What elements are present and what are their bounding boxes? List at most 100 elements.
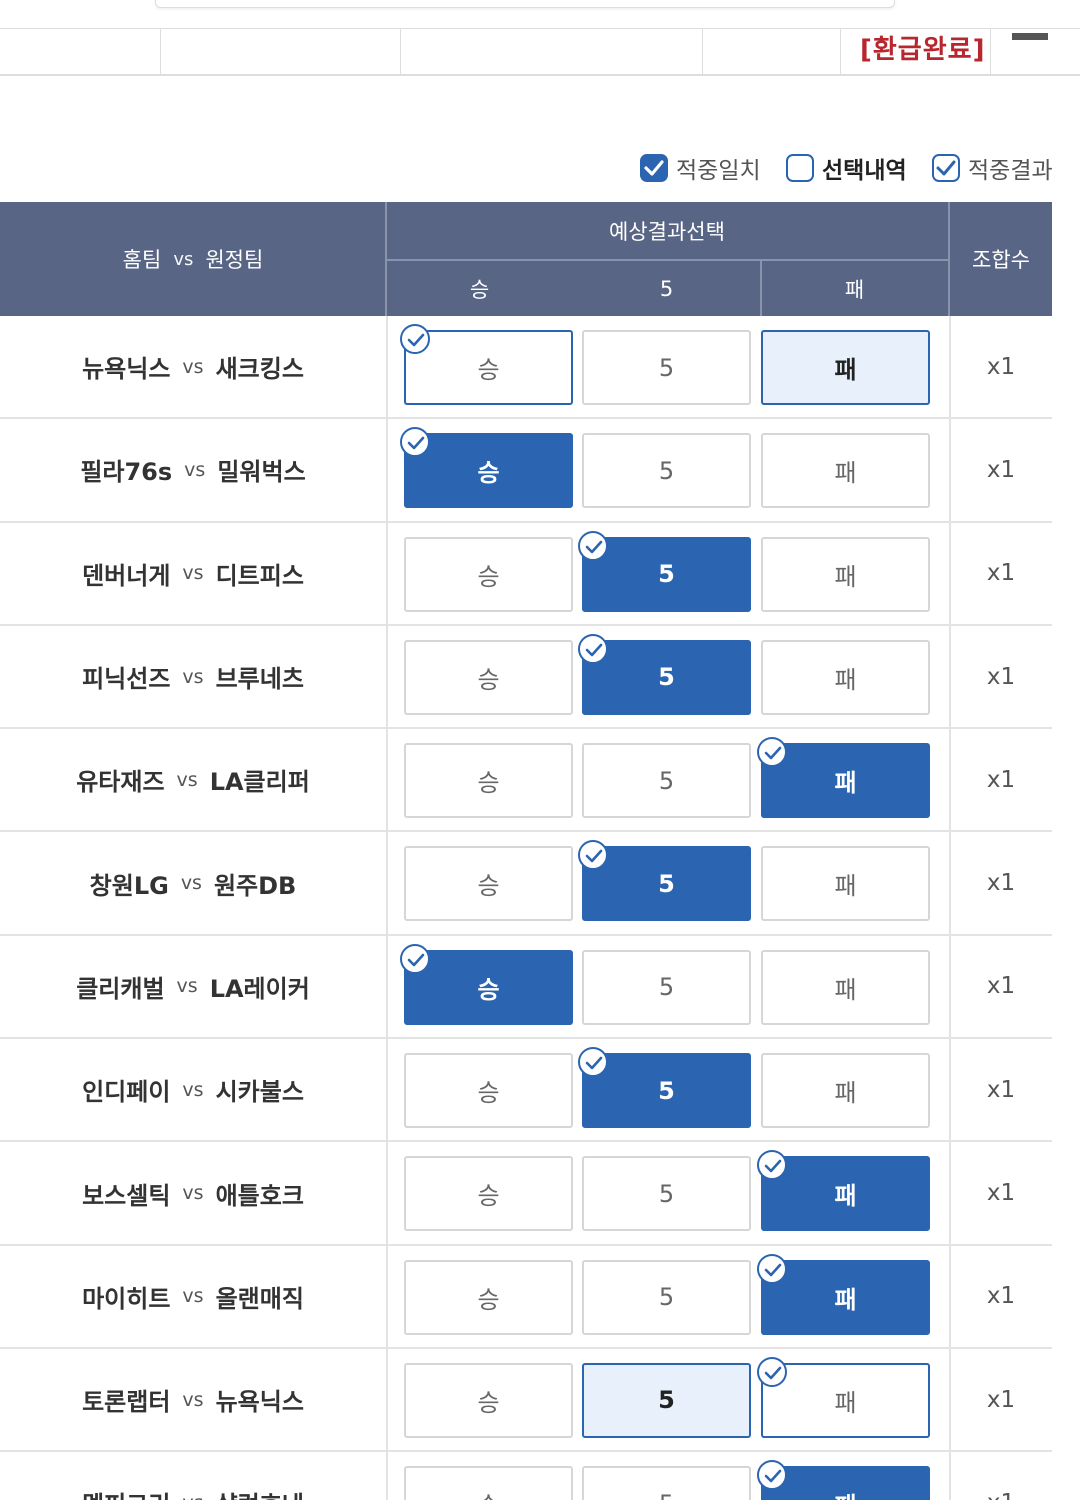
match-teams: 필라76s vs 밀워벅스: [0, 419, 386, 520]
option-label: 승: [477, 562, 500, 591]
check-badge-icon: [757, 1356, 787, 1387]
away-team: 애틀호크: [215, 1181, 304, 1210]
option-label: 패: [834, 1388, 857, 1417]
option-label: 패: [834, 562, 857, 591]
option-loss-button[interactable]: 패: [761, 846, 930, 922]
home-team: 토론랩터: [82, 1388, 171, 1417]
check-badge-icon: [400, 427, 430, 458]
vs-label: vs: [182, 1078, 204, 1101]
vs-label: vs: [182, 562, 204, 585]
option-label: 승: [477, 1079, 500, 1108]
filter-label: 적중일치: [676, 158, 761, 184]
option-five-button[interactable]: 5: [578, 1047, 751, 1129]
vs-label: vs: [176, 975, 198, 998]
option-label: 승: [477, 1486, 499, 1500]
checkbox-outline-checked-icon[interactable]: [932, 154, 960, 182]
option-five-button[interactable]: 5: [582, 1259, 751, 1335]
option-five-button[interactable]: 5: [578, 633, 751, 715]
checkbox-empty-icon[interactable]: [786, 154, 814, 182]
option-loss-button[interactable]: 패: [757, 1460, 930, 1500]
option-loss-button[interactable]: 패: [757, 1253, 930, 1335]
option-win-button[interactable]: 승: [404, 1259, 573, 1335]
option-win-button[interactable]: 승: [404, 846, 573, 922]
option-five-button[interactable]: 5: [578, 530, 751, 612]
home-team: 유타재즈: [76, 768, 165, 797]
match-teams: 덴버너게 vs 디트피스: [0, 523, 386, 624]
option-win-button[interactable]: 승: [400, 943, 573, 1025]
combo-count: x1: [986, 663, 1016, 690]
table-row: 피닉선즈 vs 브루네츠 승 5 패 x1: [0, 625, 1052, 730]
away-team: 원주DB: [213, 871, 297, 900]
match-teams: 피닉선즈 vs 브루네츠: [0, 626, 386, 727]
match-teams: 보스셀틱 vs 애틀호크: [0, 1142, 386, 1243]
vs-label: vs: [180, 872, 202, 895]
vs-label: vs: [184, 458, 206, 481]
match-teams: 멤피그리 vs 샬럿호네: [0, 1452, 386, 1500]
option-five-button[interactable]: 5: [582, 330, 751, 405]
option-loss-button[interactable]: 패: [761, 639, 930, 715]
option-label: 승: [477, 1182, 500, 1211]
option-five-button[interactable]: 5: [582, 743, 751, 819]
option-win-button[interactable]: 승: [404, 743, 573, 819]
away-team: 새크킹스: [215, 355, 304, 384]
option-loss-button[interactable]: 패: [757, 1150, 930, 1232]
combo-count: x1: [986, 1180, 1016, 1207]
filter-label: 선택내역: [822, 158, 907, 184]
option-label: 5: [658, 456, 675, 485]
option-label: 승: [477, 1388, 500, 1417]
option-five-button[interactable]: 5: [582, 1156, 751, 1232]
away-team: LA레이커: [209, 974, 310, 1003]
option-label: 5: [658, 1179, 675, 1208]
page: [환급완료] 적중일치 선택내역 적중결과 홈팀 vs 원정팀 예상결과선택 승 5: [0, 0, 1080, 1500]
home-team: 뉴욕닉스: [82, 355, 171, 384]
option-five-button[interactable]: 5: [582, 1362, 751, 1438]
home-team: 필라76s: [80, 458, 173, 487]
filter-selection[interactable]: 선택내역: [786, 150, 907, 186]
option-loss-button[interactable]: 패: [761, 330, 930, 405]
option-five-button[interactable]: 5: [578, 840, 751, 922]
table-row: 클리캐벌 vs LA레이커 승 5 패 x1: [0, 935, 1052, 1040]
match-teams: 마이히트 vs 올랜매직: [0, 1246, 386, 1347]
combo-count: x1: [986, 1386, 1016, 1413]
header-loss: 패: [844, 277, 865, 302]
option-loss-button[interactable]: 패: [761, 1053, 930, 1129]
option-loss-button[interactable]: 패: [761, 536, 930, 612]
option-win-button[interactable]: 승: [404, 639, 573, 715]
option-loss-button[interactable]: 패: [761, 949, 930, 1025]
filter-hit-match[interactable]: 적중일치: [640, 150, 761, 186]
option-five-button[interactable]: 5: [582, 433, 751, 509]
collapse-icon[interactable]: [1012, 33, 1048, 40]
check-badge-icon: [400, 324, 430, 354]
option-win-button[interactable]: 승: [404, 1053, 573, 1129]
filter-hit-result[interactable]: 적중결과: [932, 150, 1053, 186]
option-win-button[interactable]: 승: [404, 1362, 573, 1438]
option-win-button[interactable]: 승: [400, 324, 573, 405]
table-row: 인디페이 vs 시카불스 승 5 패 x1: [0, 1039, 1052, 1143]
option-win-button[interactable]: 승: [404, 1466, 573, 1500]
away-team: 올랜매직: [215, 1284, 304, 1313]
checkbox-checked-icon[interactable]: [640, 154, 668, 182]
option-win-button[interactable]: 승: [404, 536, 573, 612]
option-loss-button[interactable]: 패: [757, 737, 930, 819]
check-badge-icon: [757, 1150, 787, 1181]
home-team: 창원LG: [89, 871, 169, 900]
option-loss-button[interactable]: 패: [757, 1356, 930, 1438]
home-team: 보스셀틱: [82, 1181, 171, 1210]
option-label: 패: [834, 975, 857, 1004]
option-label: 5: [658, 766, 675, 795]
option-loss-button[interactable]: 패: [761, 433, 930, 509]
home-team: 마이히트: [82, 1284, 171, 1313]
option-five-button[interactable]: 5: [582, 949, 751, 1025]
option-label: 5: [658, 1386, 675, 1415]
option-five-button[interactable]: 5: [582, 1466, 751, 1500]
option-label: 승: [477, 1285, 500, 1314]
option-win-button[interactable]: 승: [404, 1156, 573, 1232]
match-teams: 뉴욕닉스 vs 새크킹스: [0, 316, 386, 417]
option-label: 패: [834, 665, 857, 694]
check-badge-icon: [757, 737, 787, 768]
match-teams: 토론랩터 vs 뉴욕닉스: [0, 1349, 386, 1450]
table-row: 창원LG vs 원주DB 승 5 패 x1: [0, 832, 1052, 936]
option-win-button[interactable]: 승: [400, 427, 573, 509]
table-row: 덴버너게 vs 디트피스 승 5 패 x1: [0, 522, 1052, 626]
combo-count: x1: [986, 353, 1016, 380]
